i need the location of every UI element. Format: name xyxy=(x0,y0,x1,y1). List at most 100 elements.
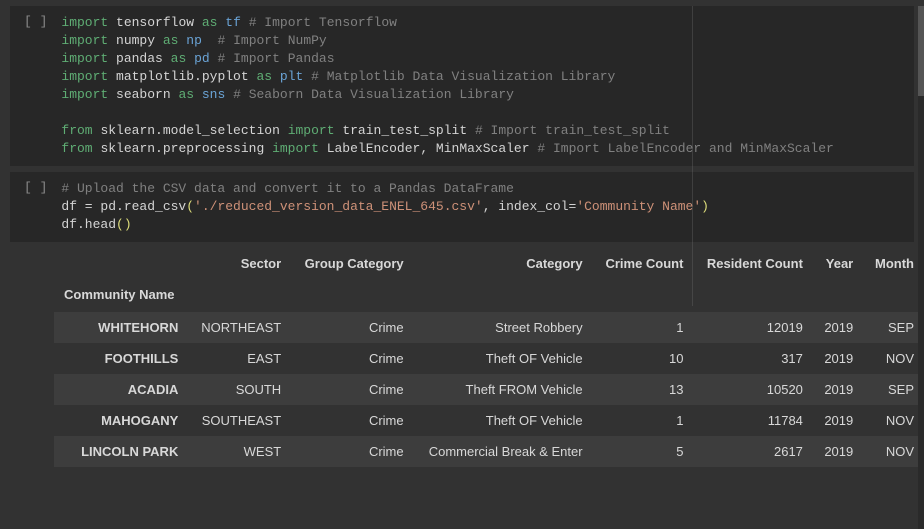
code-token: # Import Tensorflow xyxy=(249,15,397,30)
table-cell: SOUTHEAST xyxy=(188,405,291,436)
table-cell: 5 xyxy=(593,436,694,467)
code-token: as xyxy=(163,33,179,48)
code-token: import xyxy=(61,15,108,30)
table-row: LINCOLN PARKWESTCrimeCommercial Break & … xyxy=(54,436,924,467)
code-token: # Seaborn Data Visualization Library xyxy=(233,87,514,102)
column-header: Category xyxy=(414,248,593,277)
code-token: ( xyxy=(186,199,194,214)
row-index: LINCOLN PARK xyxy=(54,436,188,467)
code-token: np xyxy=(186,33,202,48)
table-cell: Theft OF Vehicle xyxy=(414,343,593,374)
table-cell: Crime xyxy=(291,374,413,405)
code-token: import xyxy=(288,123,335,138)
scrollbar-thumb[interactable] xyxy=(918,6,924,96)
code-token: as xyxy=(256,69,272,84)
column-header: Year xyxy=(813,248,863,277)
code-token: pd xyxy=(194,51,210,66)
table-cell: Crime xyxy=(291,405,413,436)
table-cell: 10520 xyxy=(693,374,812,405)
table-cell: Street Robbery xyxy=(414,312,593,343)
table-cell: 317 xyxy=(693,343,812,374)
row-index: FOOTHILLS xyxy=(54,343,188,374)
editor-ruler xyxy=(692,6,693,306)
code-token: # Import NumPy xyxy=(218,33,327,48)
row-index: WHITEHORN xyxy=(54,312,188,343)
table-cell: NOV xyxy=(863,343,924,374)
table-cell: WEST xyxy=(188,436,291,467)
code-token: './reduced_version_data_ENEL_645.csv' xyxy=(194,199,483,214)
code-token: tf xyxy=(225,15,241,30)
code-token: ) xyxy=(701,199,709,214)
code-token: LabelEncoder, MinMaxScaler xyxy=(327,141,530,156)
table-cell: Commercial Break & Enter xyxy=(414,436,593,467)
code-token: # Matplotlib Data Visualization Library xyxy=(311,69,615,84)
code-token: df = pd.read_csv xyxy=(61,199,186,214)
table-row: WHITEHORNNORTHEASTCrimeStreet Robbery112… xyxy=(54,312,924,343)
table-cell: 2019 xyxy=(813,312,863,343)
table-cell: EAST xyxy=(188,343,291,374)
code-token: # Import train_test_split xyxy=(475,123,670,138)
code-token: import xyxy=(61,51,108,66)
column-header: Month xyxy=(863,248,924,277)
code-token: () xyxy=(116,217,132,232)
row-index: MAHOGANY xyxy=(54,405,188,436)
code-token: tensorflow xyxy=(116,15,194,30)
column-header: Resident Count xyxy=(693,248,812,277)
code-token: # Upload the CSV data and convert it to … xyxy=(61,181,513,196)
table-cell: 11784 xyxy=(693,405,812,436)
code-token: # Import LabelEncoder and MinMaxScaler xyxy=(537,141,833,156)
table-row: FOOTHILLSEASTCrimeTheft OF Vehicle103172… xyxy=(54,343,924,374)
code-token: as xyxy=(202,15,218,30)
table-cell: Crime xyxy=(291,312,413,343)
code-token: df.head xyxy=(61,217,116,232)
table-cell: NOV xyxy=(863,436,924,467)
header-blank xyxy=(54,248,188,277)
table-cell: Crime xyxy=(291,343,413,374)
code-token: sklearn.preprocessing xyxy=(100,141,264,156)
dataframe-output: SectorGroup CategoryCategoryCrime CountR… xyxy=(10,248,914,467)
code-token: sns xyxy=(202,87,225,102)
code-token: seaborn xyxy=(116,87,171,102)
table-cell: 12019 xyxy=(693,312,812,343)
cell-run-button[interactable]: [ ] xyxy=(10,14,61,29)
table-cell: 2019 xyxy=(813,374,863,405)
code-editor[interactable]: import tensorflow as tf # Import Tensorf… xyxy=(61,14,914,158)
cell-run-button[interactable]: [ ] xyxy=(10,180,61,195)
table-cell: 13 xyxy=(593,374,694,405)
column-header: Group Category xyxy=(291,248,413,277)
index-header-row: Community Name xyxy=(54,277,924,312)
table-cell: 1 xyxy=(593,405,694,436)
code-token: train_test_split xyxy=(342,123,467,138)
vertical-scrollbar[interactable] xyxy=(918,6,924,529)
table-cell: NOV xyxy=(863,405,924,436)
code-token: , index_col= xyxy=(483,199,577,214)
table-cell: 10 xyxy=(593,343,694,374)
table-cell: Theft OF Vehicle xyxy=(414,405,593,436)
index-name: Community Name xyxy=(54,277,188,312)
table-cell: NORTHEAST xyxy=(188,312,291,343)
table-row: ACADIASOUTHCrimeTheft FROM Vehicle131052… xyxy=(54,374,924,405)
code-token: sklearn.model_selection xyxy=(100,123,279,138)
code-token: numpy xyxy=(116,33,155,48)
code-token: as xyxy=(178,87,194,102)
code-cell[interactable]: [ ]# Upload the CSV data and convert it … xyxy=(10,172,914,242)
code-token: pandas xyxy=(116,51,163,66)
table-cell: 1 xyxy=(593,312,694,343)
code-token: import xyxy=(61,33,108,48)
code-cell[interactable]: [ ]import tensorflow as tf # Import Tens… xyxy=(10,6,914,166)
table-header-row: SectorGroup CategoryCategoryCrime CountR… xyxy=(54,248,924,277)
code-editor[interactable]: # Upload the CSV data and convert it to … xyxy=(61,180,914,234)
table-row: MAHOGANYSOUTHEASTCrimeTheft OF Vehicle11… xyxy=(54,405,924,436)
code-token: import xyxy=(272,141,319,156)
column-header: Sector xyxy=(188,248,291,277)
table-cell: SEP xyxy=(863,312,924,343)
table-cell: 2019 xyxy=(813,436,863,467)
code-token: as xyxy=(171,51,187,66)
code-token: 'Community Name' xyxy=(576,199,701,214)
table-cell: Theft FROM Vehicle xyxy=(414,374,593,405)
code-token: # Import Pandas xyxy=(218,51,335,66)
code-token: from xyxy=(61,141,92,156)
table-cell: 2617 xyxy=(693,436,812,467)
code-token: plt xyxy=(280,69,303,84)
table-cell: SOUTH xyxy=(188,374,291,405)
